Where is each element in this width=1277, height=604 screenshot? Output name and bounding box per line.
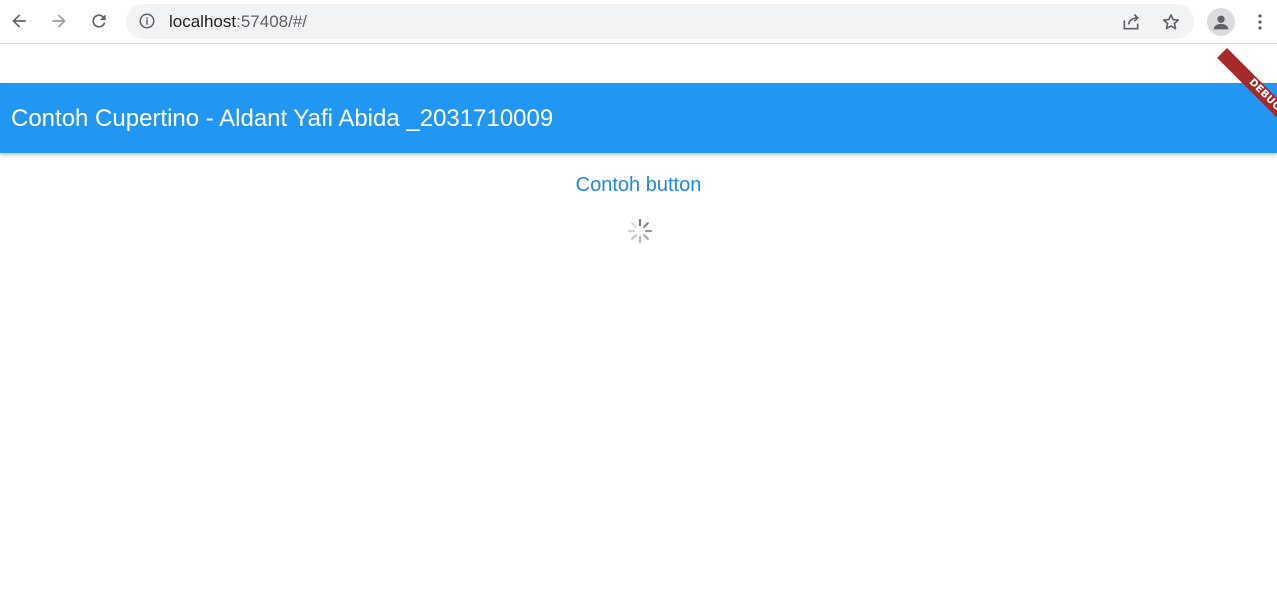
more-vert-icon [1258, 14, 1262, 30]
share-icon[interactable] [1119, 10, 1143, 34]
arrow-right-icon [52, 14, 66, 28]
back-button[interactable] [4, 6, 34, 36]
reload-button[interactable] [84, 6, 114, 36]
browser-toolbar: localhost:57408/#/ [0, 0, 1277, 44]
info-icon[interactable] [138, 12, 156, 30]
reload-icon [92, 14, 106, 28]
url-host: localhost [169, 12, 237, 31]
arrow-left-icon [12, 14, 26, 28]
url-text: localhost:57408/#/ [169, 12, 307, 31]
star-icon[interactable] [1159, 10, 1183, 34]
forward-button[interactable] [44, 6, 74, 36]
browser-menu-button[interactable] [1250, 8, 1270, 36]
activity-indicator-spinner [627, 218, 653, 244]
address-bar[interactable]: localhost:57408/#/ [126, 4, 1194, 39]
app-title: Contoh Cupertino - Aldant Yafi Abida _20… [11, 105, 554, 132]
profile-button[interactable] [1207, 8, 1235, 36]
url-path: :57408/#/ [236, 12, 308, 31]
person-icon [1213, 15, 1229, 30]
app-bar: Contoh Cupertino - Aldant Yafi Abida _20… [0, 83, 1277, 153]
contoh-button[interactable]: Contoh button [0, 172, 1277, 198]
